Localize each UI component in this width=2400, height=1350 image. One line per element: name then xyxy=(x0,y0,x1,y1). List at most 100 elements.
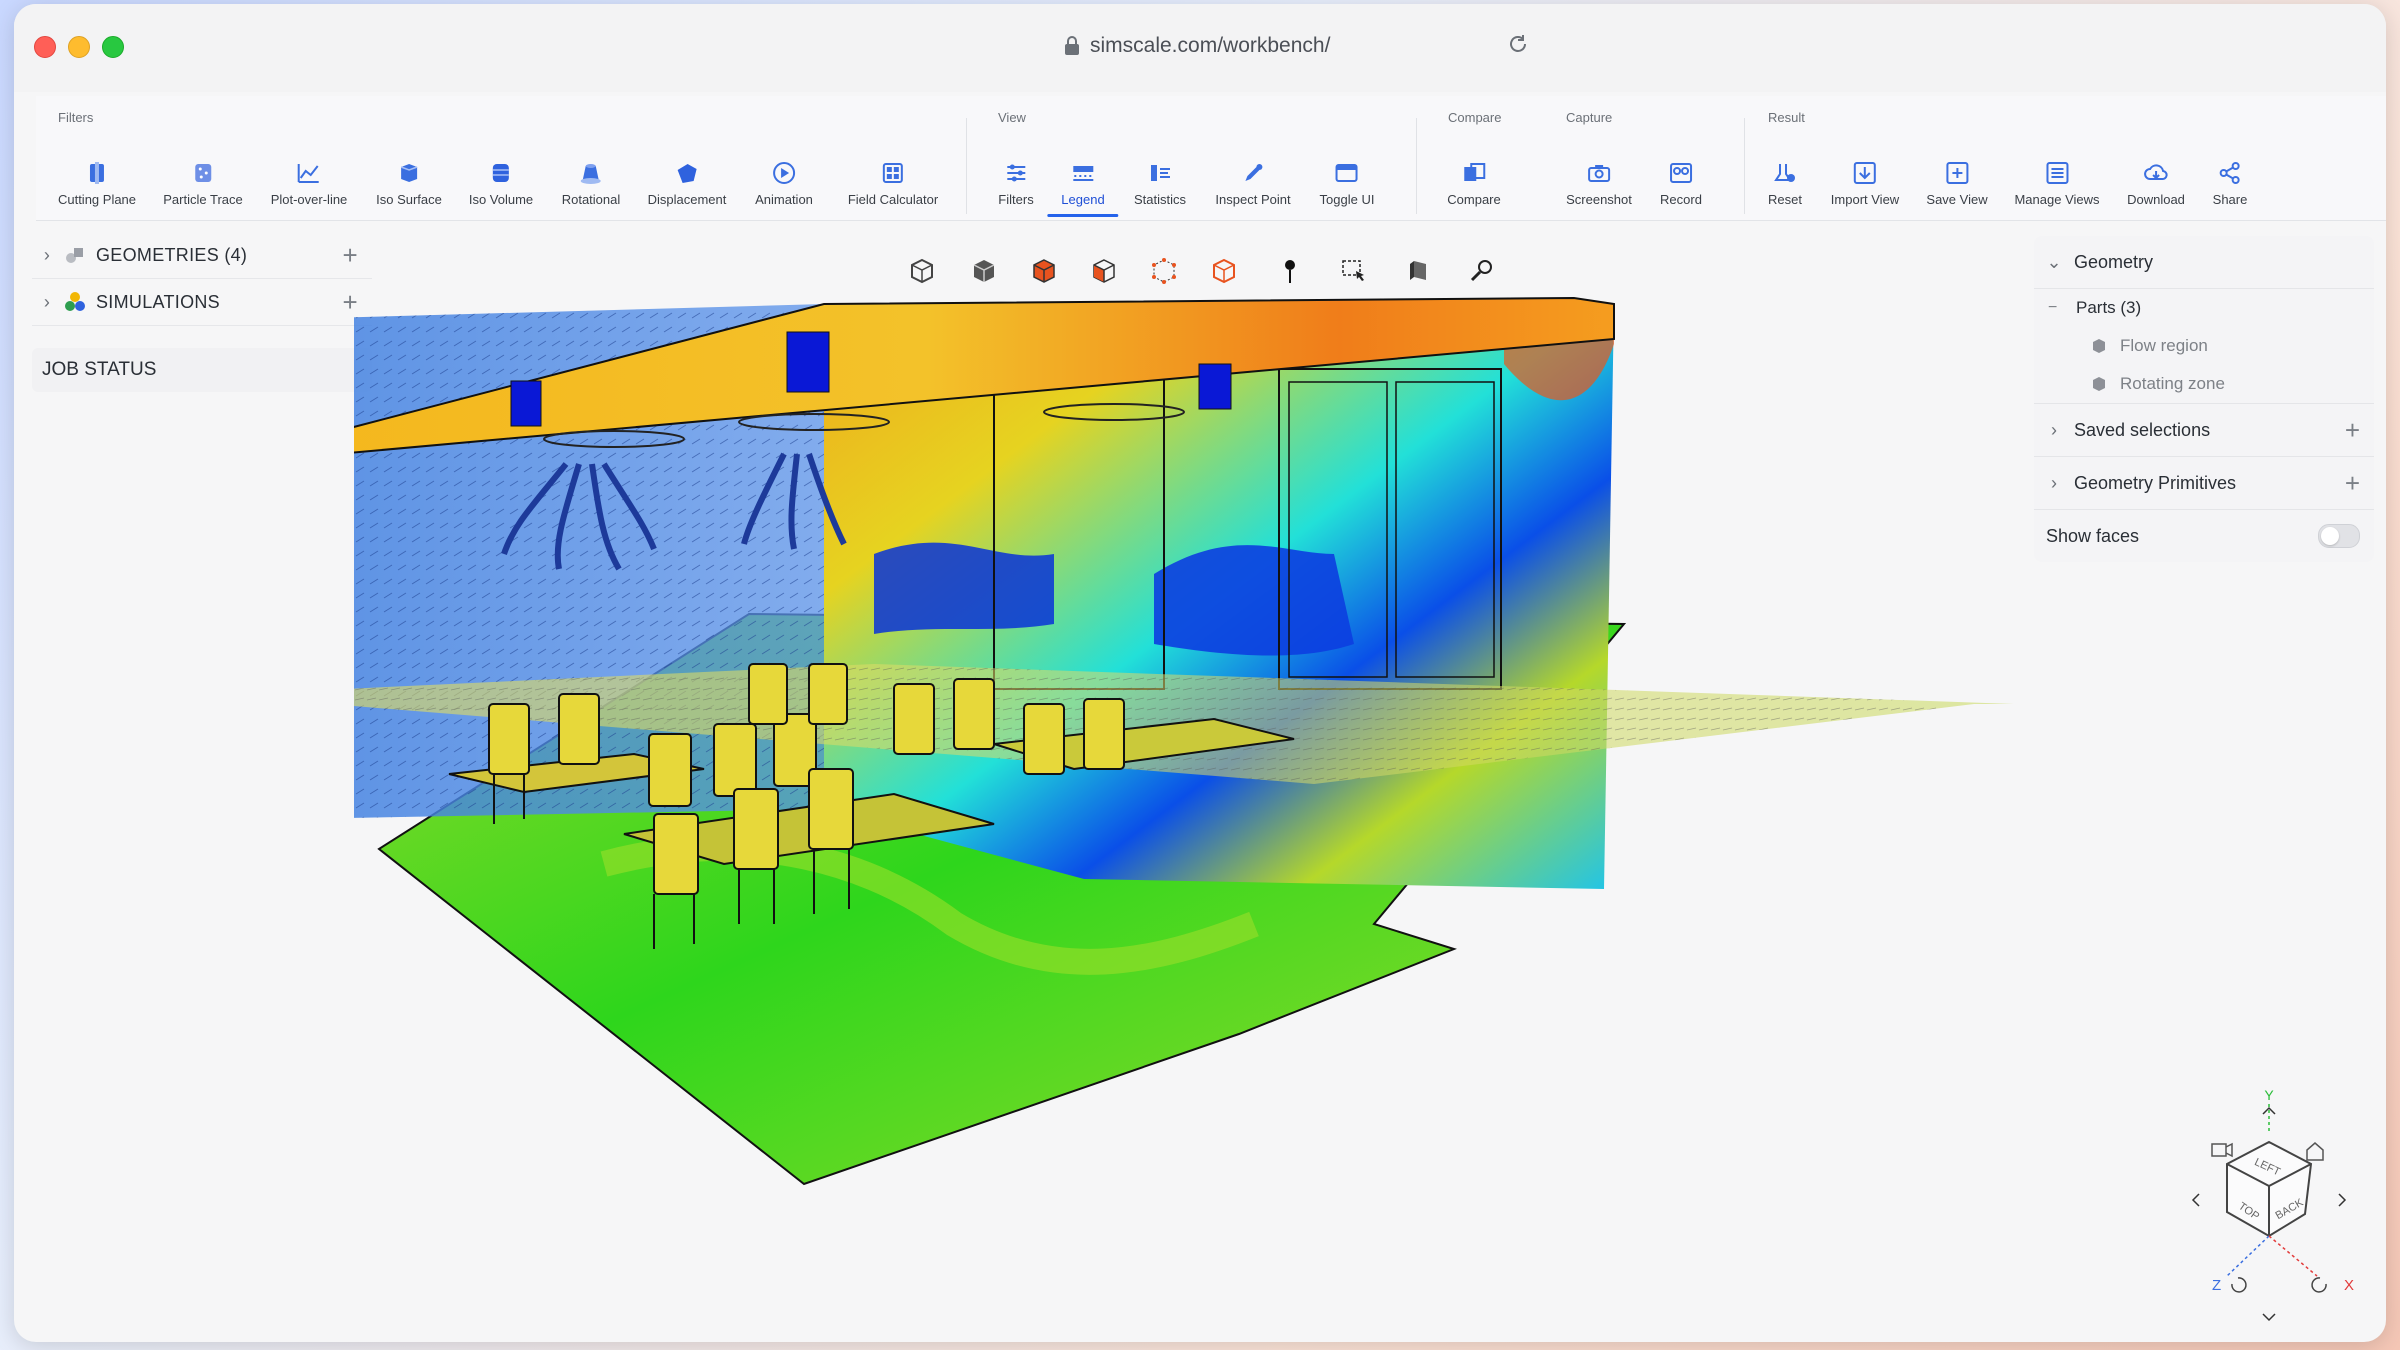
geometries-icon xyxy=(66,248,83,263)
part-item-flow-region[interactable]: Flow region xyxy=(2034,327,2374,365)
add-view-icon xyxy=(1946,162,1968,184)
animation-tool[interactable]: Animation xyxy=(755,160,813,207)
manage-views-tool[interactable]: Manage Views xyxy=(2014,160,2100,207)
manage-views-icon xyxy=(2045,162,2068,184)
result-group-label: Result xyxy=(1768,110,1805,125)
camera-view-icon[interactable] xyxy=(2211,1143,2227,1157)
simulations-tree-item[interactable]: › SIMULATIONS + xyxy=(32,279,372,326)
chevron-right-icon[interactable]: › xyxy=(2034,420,2074,441)
toggle-ui-label: Toggle UI xyxy=(1319,192,1375,207)
pipette-icon xyxy=(1245,164,1262,181)
reset-tool[interactable]: Reset xyxy=(1768,160,1802,207)
rotational-tool[interactable]: Rotational xyxy=(562,160,620,207)
particle-trace-label: Particle Trace xyxy=(163,192,243,207)
geometries-tree-item[interactable]: › GEOMETRIES (4) + xyxy=(32,232,372,279)
add-selection-button[interactable]: + xyxy=(2345,415,2360,446)
z-axis-label: Z xyxy=(2212,1277,2221,1294)
calculator-icon xyxy=(882,163,903,183)
geometry-primitives-section[interactable]: › Geometry Primitives + xyxy=(2034,457,2374,510)
chevron-right-icon[interactable]: › xyxy=(32,292,62,313)
film-reel-icon xyxy=(1669,163,1692,183)
legend-tool[interactable]: Legend xyxy=(1047,160,1120,217)
zoom-window-button[interactable] xyxy=(102,36,124,58)
collapse-icon[interactable]: − xyxy=(2048,299,2076,317)
address-bar[interactable]: simscale.com/workbench/ xyxy=(1064,34,1330,58)
geometry-section[interactable]: ⌄ Geometry xyxy=(2034,236,2374,289)
compare-tool[interactable]: Compare xyxy=(1447,160,1501,207)
show-faces-toggle[interactable] xyxy=(2318,524,2360,548)
rotate-left-icon[interactable] xyxy=(2191,1193,2200,1207)
field-calculator-tool[interactable]: Field Calculator xyxy=(848,160,938,207)
cloud-download-icon xyxy=(2144,164,2168,180)
simulations-label: SIMULATIONS xyxy=(96,291,220,312)
parts-tree-item[interactable]: − Parts (3) xyxy=(2034,289,2374,327)
screenshot-label: Screenshot xyxy=(1566,192,1632,207)
iso-surface-icon xyxy=(400,164,418,182)
toggle-ui-tool[interactable]: Toggle UI xyxy=(1319,160,1375,207)
reload-icon[interactable] xyxy=(1506,32,1530,56)
sliders-icon xyxy=(1006,164,1025,182)
screenshot-tool[interactable]: Screenshot xyxy=(1566,160,1632,207)
ribbon-toolbar: Filters Cutting Plane Particle Trace Plo… xyxy=(36,96,2386,221)
particle-trace-tool[interactable]: Particle Trace xyxy=(163,160,243,207)
share-tool[interactable]: Share xyxy=(2213,160,2247,207)
statistics-tool[interactable]: Statistics xyxy=(1134,160,1186,207)
geometry-primitives-label: Geometry Primitives xyxy=(2074,472,2237,493)
home-icon[interactable] xyxy=(2306,1142,2324,1161)
record-tool[interactable]: Record xyxy=(1660,160,1702,207)
legend-icon xyxy=(1072,166,1093,181)
field-calculator-label: Field Calculator xyxy=(847,192,939,207)
saved-selections-section[interactable]: › Saved selections + xyxy=(2034,404,2374,457)
part-item-rotating-zone[interactable]: Rotating zone xyxy=(2034,365,2374,404)
camera-icon xyxy=(1587,165,1610,182)
filters-view-tool[interactable]: Filters xyxy=(998,160,1034,207)
save-view-tool[interactable]: Save View xyxy=(1926,160,1988,207)
inspect-point-tool[interactable]: Inspect Point xyxy=(1215,160,1291,207)
reset-icon xyxy=(1774,164,1795,182)
job-status-panel[interactable]: JOB STATUS xyxy=(32,348,372,392)
cutting-plane-label: Cutting Plane xyxy=(57,192,137,207)
x-axis-label: X xyxy=(2344,1277,2354,1294)
navigation-cube[interactable]: Y LEFT TOP BACK Z X xyxy=(2144,1084,2386,1334)
chevron-right-icon[interactable]: › xyxy=(2034,473,2074,494)
manage-views-label: Manage Views xyxy=(2014,192,2100,207)
import-view-tool[interactable]: Import View xyxy=(1831,160,1899,207)
parts-label: Parts (3) xyxy=(2076,298,2142,317)
x-axis-line xyxy=(2268,1235,2318,1277)
rotate-down-icon[interactable] xyxy=(2262,1313,2276,1322)
cutting-plane-tool[interactable]: Cutting Plane xyxy=(58,160,136,207)
part-cube-icon xyxy=(2093,377,2105,391)
camera-view-icon-lens xyxy=(2225,1142,2233,1158)
iso-surface-label: Iso Surface xyxy=(376,192,442,207)
plot-over-line-label: Plot-over-line xyxy=(270,192,348,207)
chevron-down-icon[interactable]: ⌄ xyxy=(2034,252,2074,273)
plot-over-line-tool[interactable]: Plot-over-line xyxy=(270,160,348,207)
rotate-right-icon[interactable] xyxy=(2338,1193,2347,1207)
minimize-window-button[interactable] xyxy=(68,36,90,58)
iso-surface-tool[interactable]: Iso Surface xyxy=(376,160,442,207)
iso-volume-icon xyxy=(492,164,509,182)
download-tool[interactable]: Download xyxy=(2127,160,2185,207)
ribbon-separator xyxy=(1744,118,1745,214)
close-window-button[interactable] xyxy=(34,36,56,58)
displacement-label: Displacement xyxy=(647,192,727,207)
inlet-duct xyxy=(786,331,830,393)
z-axis-line xyxy=(2226,1235,2270,1277)
iso-volume-tool[interactable]: Iso Volume xyxy=(469,160,533,207)
import-icon xyxy=(1854,162,1876,184)
rotate-ccw-icon[interactable] xyxy=(2231,1277,2247,1293)
chevron-right-icon[interactable]: › xyxy=(32,245,62,266)
ribbon-separator xyxy=(966,118,967,214)
filters-group-label: Filters xyxy=(58,110,94,125)
wall-cold-zone-2 xyxy=(1154,545,1354,656)
saved-selections-label: Saved selections xyxy=(2074,419,2211,440)
left-panel: › GEOMETRIES (4) + › SIMULATIONS + JOB S… xyxy=(32,232,372,392)
compare-icon xyxy=(1464,163,1485,181)
displacement-tool[interactable]: Displacement xyxy=(647,160,727,207)
y-axis-label: Y xyxy=(2264,1087,2274,1103)
3d-viewport[interactable] xyxy=(354,224,2054,1304)
add-primitive-button[interactable]: + xyxy=(2345,468,2360,499)
simulations-icon xyxy=(65,292,85,311)
rotate-cw-icon[interactable] xyxy=(2311,1277,2327,1293)
download-label: Download xyxy=(2127,192,2185,207)
